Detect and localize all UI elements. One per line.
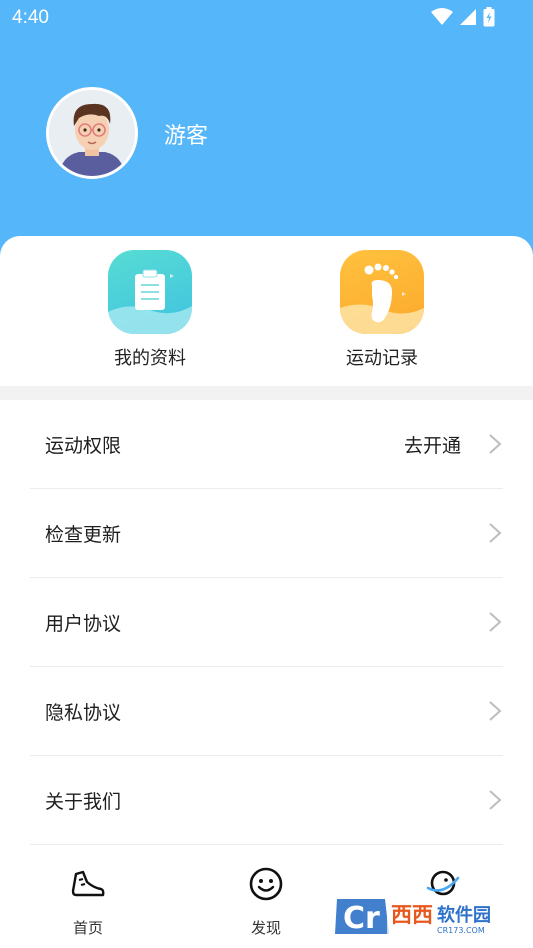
menu-item-label: 关于我们 [45,791,122,813]
clipboard-icon [108,250,192,334]
menu-item-privacy[interactable]: 隐私协议 [30,667,503,756]
quick-action-profile[interactable]: 我的资料 [70,250,230,370]
profile-header: 4:40 游客 [0,0,533,262]
chevron-right-icon [489,434,502,454]
chevron-right-icon [489,790,502,810]
status-icons [431,7,495,27]
svg-text:Cr: Cr [343,901,380,936]
svg-text:西西: 西西 [391,903,433,927]
status-bar: 4:40 [0,0,533,36]
smiley-icon [249,867,283,901]
tab-discover[interactable]: 发现 [221,866,311,938]
chevron-right-icon [489,612,502,632]
menu-item-user-agreement[interactable]: 用户协议 [30,578,503,667]
footprint-icon [340,250,424,334]
menu-item-sport-permission[interactable]: 运动权限 去开通 [30,400,503,489]
status-time: 4:40 [12,7,49,28]
quick-action-records[interactable]: 运动记录 [302,250,462,370]
battery-icon [483,7,495,27]
chevron-right-icon [489,701,502,721]
menu-item-label: 用户协议 [45,613,122,635]
menu-item-label: 运动权限 [45,435,122,457]
menu-item-check-update[interactable]: 检查更新 [30,489,503,578]
svg-text:软件园: 软件园 [437,904,491,926]
menu-item-label: 隐私协议 [45,702,122,724]
user-name[interactable]: 游客 [164,118,208,150]
wifi-icon [431,8,453,25]
tab-label: 首页 [72,919,103,937]
sneaker-icon [71,870,105,897]
menu-item-value[interactable]: 去开通 [404,431,461,458]
menu-item-about-us[interactable]: 关于我们 [30,756,503,845]
tab-home[interactable]: 首页 [43,866,133,938]
quick-action-label: 运动记录 [346,348,418,369]
signal-icon [460,9,476,25]
quick-action-label: 我的资料 [114,348,186,369]
svg-text:CR173.COM: CR173.COM [437,926,485,935]
settings-menu: 运动权限 去开通 检查更新 用户协议 隐私协议 关于我们 [0,400,533,845]
tab-label: 发现 [250,919,281,937]
section-divider [0,386,533,400]
watermark-logo: Cr 西西 软件园 CR173.COM [333,893,515,938]
user-avatar-icon [49,90,135,176]
chevron-right-icon [489,523,502,543]
avatar[interactable] [46,87,138,179]
menu-item-label: 检查更新 [45,524,122,546]
quick-actions-card: 我的资料 运动记录 [0,236,533,386]
